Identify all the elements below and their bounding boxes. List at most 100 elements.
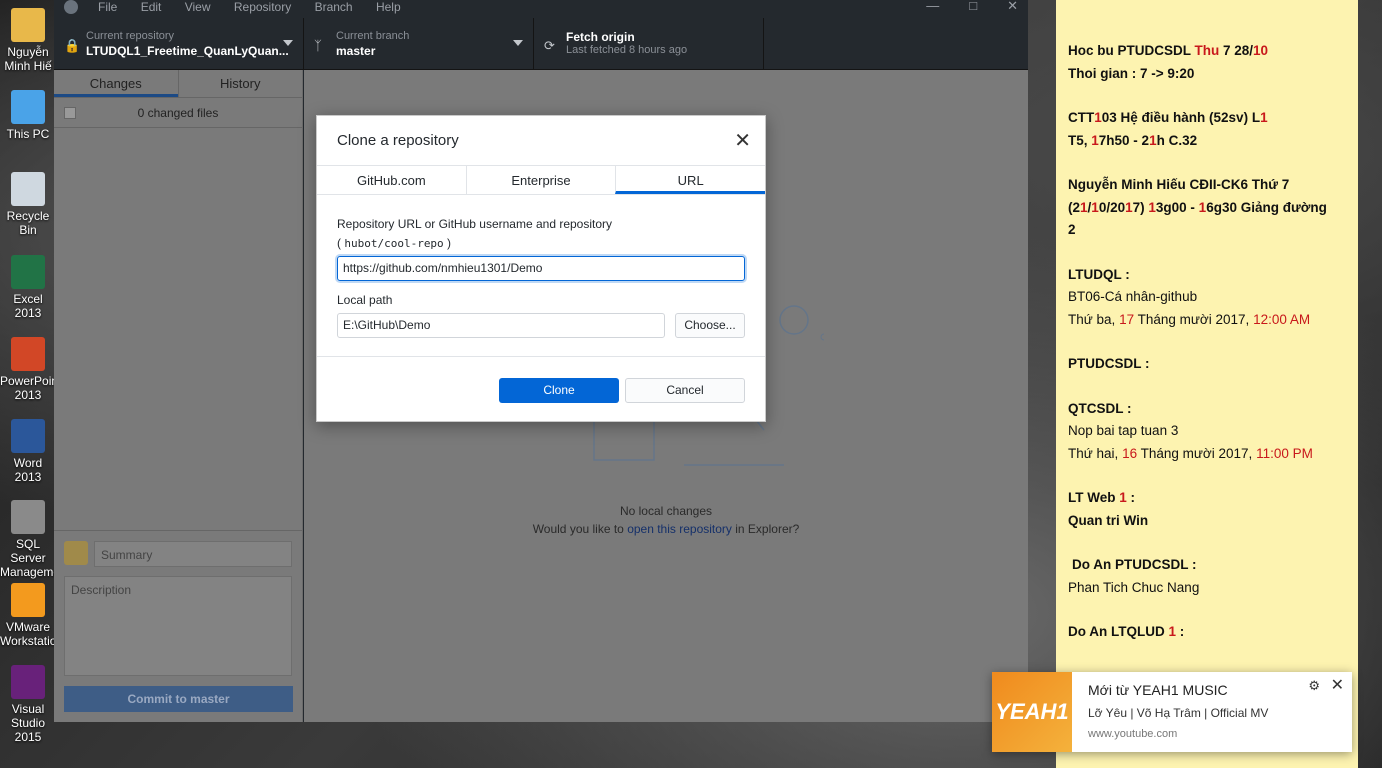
note-block-qtcsdl: QTCSDL : Nop bai tap tuan 3 Thứ hai, 16 …: [1068, 398, 1348, 466]
chevron-down-icon: [513, 40, 523, 46]
fetch-origin-subtitle: Last fetched 8 hours ago: [566, 44, 688, 56]
notification-body: Lỡ Yêu | Võ Hạ Trâm | Official MV: [1088, 706, 1269, 720]
repository-url-input[interactable]: https://github.com/nmhieu1301/Demo: [337, 256, 745, 281]
current-repository-caption: Current repository: [86, 30, 175, 42]
avatar: [64, 541, 88, 565]
dialog-footer: Clone Cancel: [499, 378, 745, 403]
cancel-button[interactable]: Cancel: [625, 378, 745, 403]
note-text: CTT: [1068, 110, 1095, 125]
repository-url-hint: ( hubot/cool-repo ): [337, 236, 745, 250]
note-text: 11:00 PM: [1256, 445, 1313, 461]
note-text: Thu: [1194, 43, 1220, 58]
desktop-icon-sql-server[interactable]: SQL Server Management: [0, 500, 70, 579]
description-input[interactable]: Description: [64, 576, 292, 676]
powerpoint-icon: [11, 337, 45, 371]
close-icon[interactable]: ✕: [734, 116, 751, 166]
note-text: PTUDCSDL :: [1068, 356, 1150, 371]
desktop-icon-label: Word 2013: [13, 456, 43, 484]
desktop-icon-recycle-bin[interactable]: Recycle Bin: [0, 172, 56, 237]
desktop-icon-excel[interactable]: Excel 2013: [0, 255, 56, 320]
chevron-down-icon: [283, 40, 293, 46]
note-text: Nguyễn Minh Hiếu CĐII-CK6 Thứ 7: [1068, 177, 1290, 192]
gear-icon[interactable]: ⚙: [1308, 678, 1320, 694]
note-text: (2: [1068, 199, 1081, 215]
close-window-icon[interactable]: ✕: [1007, 0, 1018, 14]
tab-enterprise[interactable]: Enterprise: [465, 166, 616, 194]
note-text: :: [1126, 490, 1136, 505]
notification-source: www.youtube.com: [1088, 728, 1178, 740]
desktop-icon-this-pc[interactable]: This PC: [0, 90, 56, 141]
tab-history[interactable]: History: [177, 70, 303, 97]
desktop-icon-label: PowerPoint 2013: [0, 374, 62, 402]
menu-edit[interactable]: Edit: [141, 0, 162, 14]
github-logo-icon: [64, 0, 78, 14]
current-repository-button[interactable]: 🔒 Current repository LTUDQL1_Freetime_Qu…: [54, 18, 304, 70]
empty-state-prompt: Would you like to open this repository i…: [304, 520, 1028, 538]
note-text: QTCSDL :: [1068, 400, 1132, 416]
desktop-icon-label: Excel 2013: [13, 292, 43, 320]
local-path-input[interactable]: E:\GitHub\Demo: [337, 313, 665, 338]
fetch-origin-title: Fetch origin: [566, 30, 635, 44]
note-block-schedule: Nguyễn Minh Hiếu CĐII-CK6 Thứ 7 (21/10/2…: [1068, 174, 1348, 242]
note-text: 16: [1122, 445, 1138, 461]
visual-studio-icon: [11, 665, 45, 699]
menu-help[interactable]: Help: [376, 0, 401, 14]
note-text: 1: [1125, 199, 1133, 215]
desktop-icon-word[interactable]: Word 2013: [0, 419, 56, 484]
clone-repository-dialog: Clone a repository ✕ GitHub.com Enterpri…: [316, 115, 766, 422]
maximize-icon[interactable]: □: [969, 0, 977, 14]
menu-bar: File Edit View Repository Branch Help: [98, 0, 421, 14]
summary-input[interactable]: Summary: [94, 541, 292, 567]
menu-repository[interactable]: Repository: [234, 0, 291, 14]
note-text: Thoi gian : 7 -> 9:20: [1068, 65, 1195, 81]
note-text: 1: [1260, 110, 1268, 125]
note-text: Thứ ba,: [1068, 311, 1120, 327]
open-repository-link[interactable]: open this repository: [627, 522, 732, 536]
computer-icon: [11, 90, 45, 124]
current-branch-caption: Current branch: [336, 30, 410, 42]
minimize-icon[interactable]: —: [926, 0, 939, 14]
local-path-row: E:\GitHub\Demo Choose...: [337, 313, 745, 338]
current-branch-button[interactable]: ᛉ Current branch master: [304, 18, 534, 70]
sticky-note[interactable]: Hoc bu PTUDCSDL Thu 7 28/10 Thoi gian : …: [1056, 0, 1358, 768]
clone-button[interactable]: Clone: [499, 378, 619, 403]
menu-view[interactable]: View: [185, 0, 211, 14]
toolbar: 🔒 Current repository LTUDQL1_Freetime_Qu…: [54, 18, 1028, 70]
desktop-icon-label: Recycle Bin: [6, 209, 50, 237]
desktop-icon-visual-studio[interactable]: Visual Studio 2015: [0, 665, 56, 744]
dialog-title: Clone a repository: [337, 132, 459, 149]
fetch-origin-button[interactable]: ⟳ Fetch origin Last fetched 8 hours ago: [534, 18, 764, 70]
desktop-icon-vmware[interactable]: VMware Workstation: [0, 583, 63, 648]
choose-button[interactable]: Choose...: [675, 313, 745, 338]
select-all-checkbox[interactable]: [64, 107, 76, 119]
note-text: Tháng mười 2017,: [1137, 445, 1257, 461]
note-text: Phan Tich Chuc Nang: [1068, 579, 1200, 595]
note-text: Do An PTUDCSDL :: [1072, 557, 1197, 572]
note-text: Nop bai tap tuan 3: [1068, 423, 1179, 438]
desktop-icon-user-folder[interactable]: Nguyễn Minh Hiế: [0, 8, 56, 73]
tab-changes[interactable]: Changes: [54, 70, 178, 97]
menu-file[interactable]: File: [98, 0, 117, 14]
note-text: 1: [1094, 110, 1102, 125]
note-block-doan-ltqlud: Do An LTQLUD 1 :: [1068, 621, 1348, 644]
tab-github-com[interactable]: GitHub.com: [317, 166, 466, 194]
note-text: 17: [1119, 311, 1135, 327]
close-icon[interactable]: ✕: [1331, 675, 1344, 695]
word-icon: [11, 419, 45, 453]
note-text: :: [1176, 624, 1185, 639]
note-text: Quan tri Win: [1068, 512, 1149, 528]
note-text: 3g00 -: [1155, 199, 1199, 215]
notification-thumbnail: YEAH1: [992, 672, 1072, 752]
note-text: 7h50 - 2: [1098, 132, 1150, 148]
note-text: Thứ hai,: [1068, 445, 1123, 461]
menu-branch[interactable]: Branch: [315, 0, 353, 14]
note-text: 2: [1068, 222, 1076, 237]
note-text: Hoc bu PTUDCSDL: [1068, 43, 1195, 58]
desktop-icon-label: Nguyễn Minh Hiế: [4, 45, 52, 73]
desktop-icon-powerpoint[interactable]: PowerPoint 2013: [0, 337, 61, 402]
tab-url[interactable]: URL: [615, 166, 766, 194]
note-text: 1: [1149, 132, 1157, 148]
commit-button[interactable]: Commit to master: [64, 686, 293, 712]
note-text: 1: [1091, 132, 1099, 148]
notification-toast[interactable]: YEAH1 Mới từ YEAH1 MUSIC Lỡ Yêu | Võ Hạ …: [992, 672, 1352, 752]
